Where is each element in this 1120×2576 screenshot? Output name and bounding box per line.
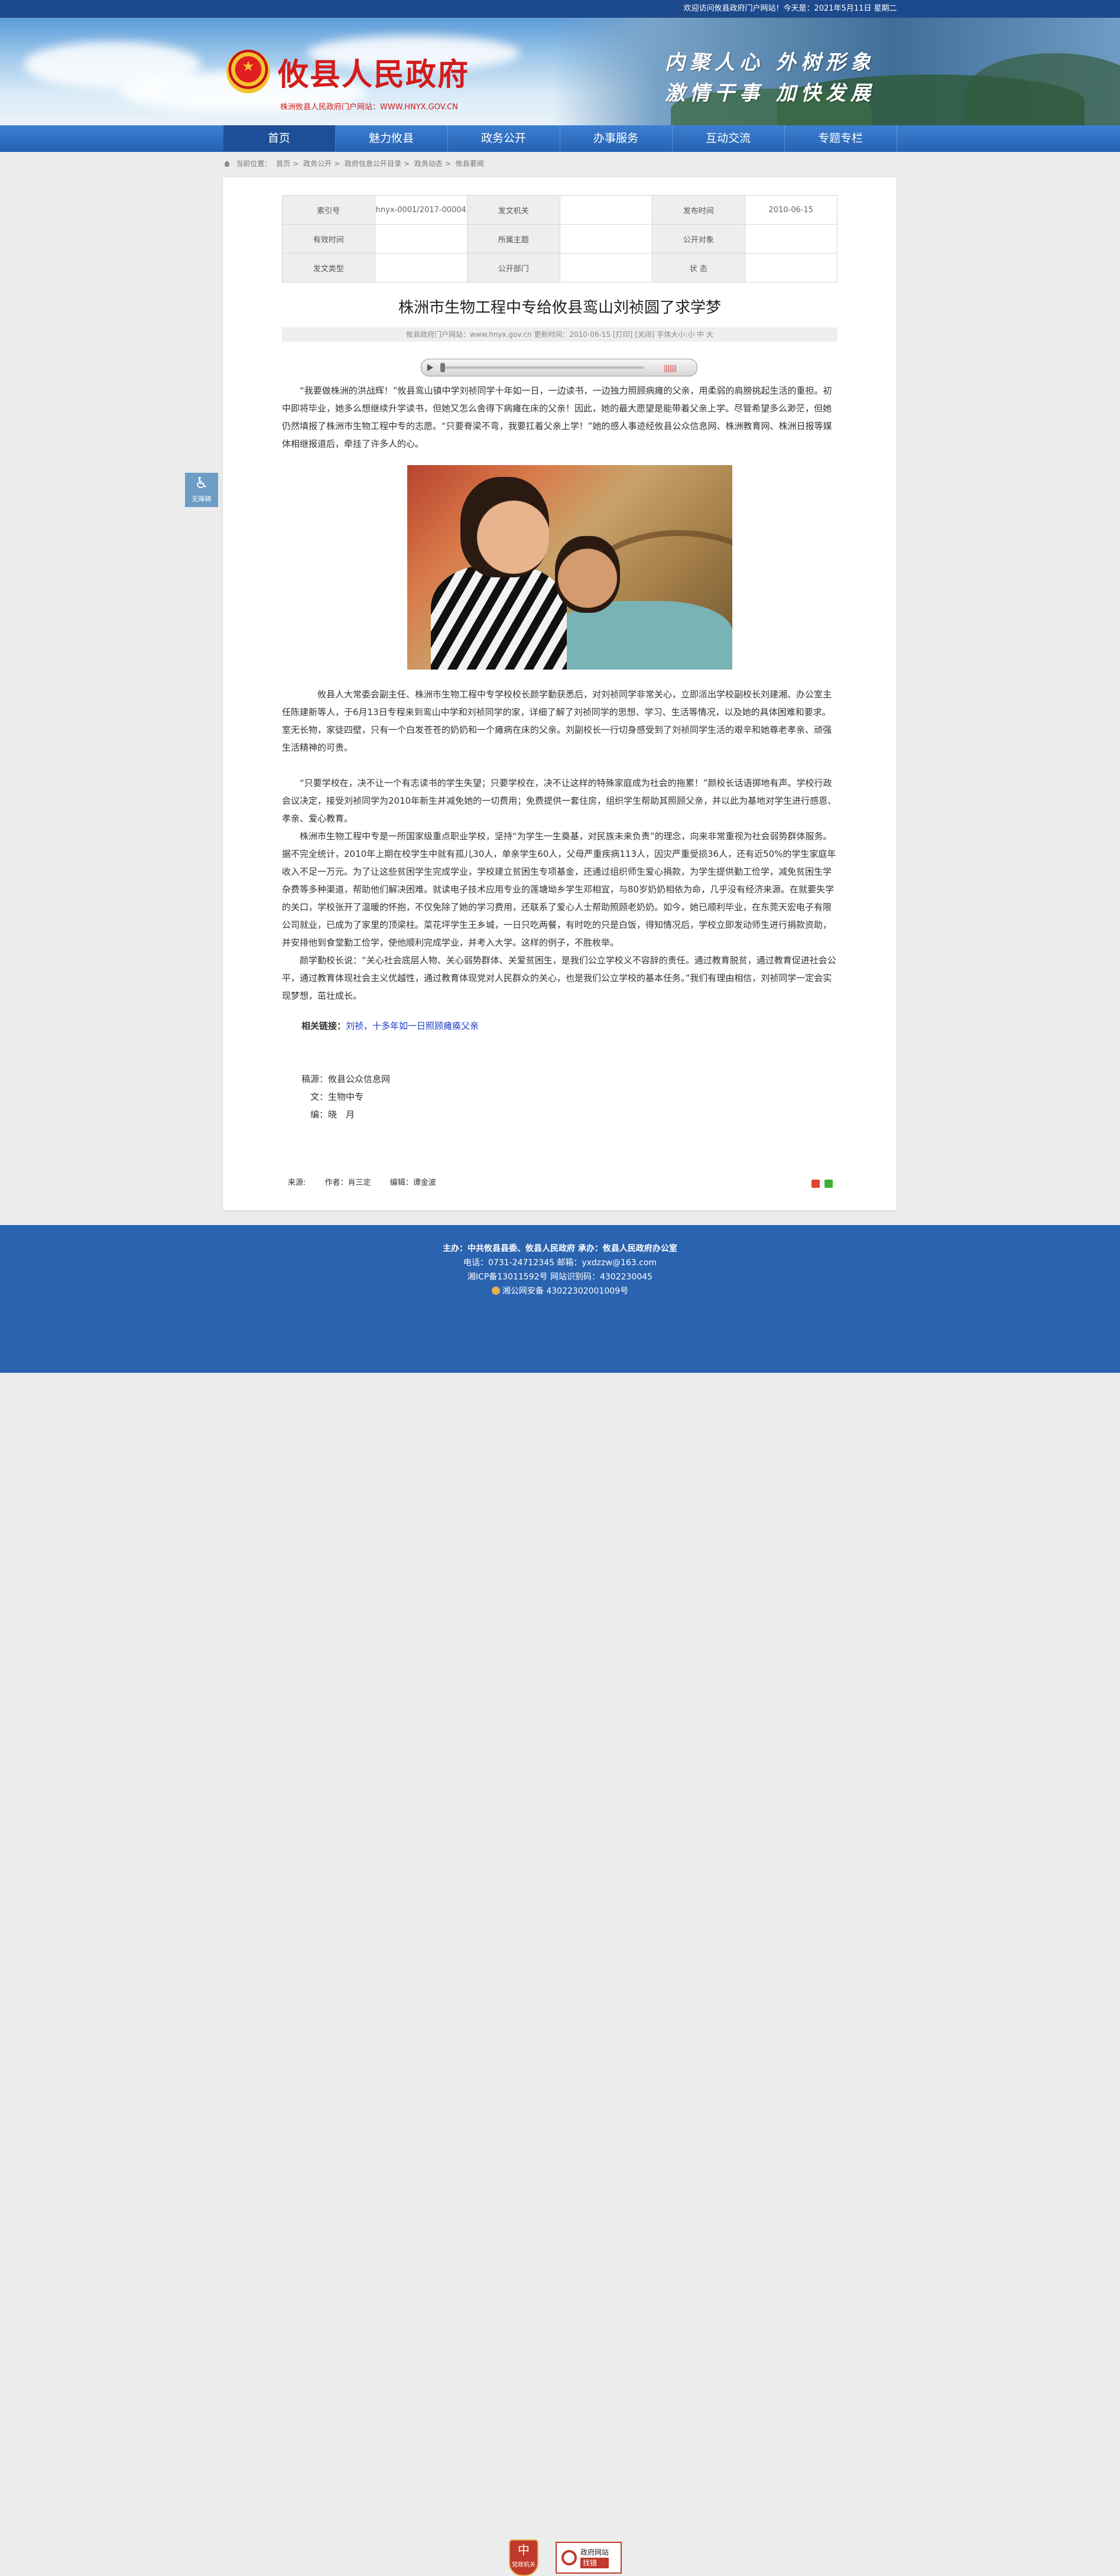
valid-label: 有效时间 bbox=[282, 224, 375, 254]
gov-site-error-badge[interactable]: 政府网站 找错 bbox=[556, 2542, 622, 2574]
dept-label: 公开部门 bbox=[467, 253, 560, 282]
nav-item-gov-affairs[interactable]: 政务公开 bbox=[448, 125, 560, 151]
nav-item-home[interactable]: 首页 bbox=[223, 125, 336, 151]
site-title[interactable]: 攸县人民政府 bbox=[278, 50, 469, 94]
doctype-value bbox=[374, 253, 468, 282]
audio-progress-track[interactable] bbox=[443, 366, 644, 369]
breadcrumb-gov-affairs[interactable]: 政务公开 bbox=[303, 160, 332, 168]
footer-police[interactable]: 湘公网安备 43022302001009号 bbox=[0, 1284, 1120, 1298]
audio-progress-handle[interactable] bbox=[440, 363, 445, 372]
accessibility-label: 无障碍 bbox=[191, 495, 212, 503]
magnifier-icon bbox=[561, 2550, 577, 2565]
breadcrumb-home[interactable]: 首页 bbox=[276, 160, 290, 168]
breadcrumb-info-catalog[interactable]: 政府信息公开目录 bbox=[345, 160, 401, 168]
site-subtitle: 株洲攸县人民政府门户网站：WWW.HNYX.GOV.CN bbox=[280, 103, 458, 112]
article-title: 株洲市生物工程中专给攸县鸾山刘祯圆了求学梦 bbox=[398, 299, 721, 317]
wechat-share-icon[interactable] bbox=[824, 1180, 833, 1188]
police-badge-icon bbox=[491, 1287, 500, 1295]
related-link[interactable]: 刘祯，十多年如一日照顾瘫痪父亲 bbox=[346, 1021, 479, 1031]
breadcrumb: 当前位置： 首页 > 政务公开 > 政府信息公开目录 > 政务动态 > 攸县要闻 bbox=[223, 152, 897, 176]
metadata-table: 索引号 hnyx-0001/2017-00004 发文机关 发布时间 2010-… bbox=[282, 195, 837, 282]
header-banner: ★ 攸县人民政府 株洲攸县人民政府门户网站：WWW.HNYX.GOV.CN 内聚… bbox=[0, 18, 1120, 125]
topic-label: 所属主题 bbox=[467, 224, 560, 254]
breadcrumb-yx-news[interactable]: 攸县要闻 bbox=[456, 160, 484, 168]
party-gov-icon: 中 bbox=[518, 2543, 530, 2557]
national-emblem-icon: ★ bbox=[226, 50, 270, 93]
status-label: 状 态 bbox=[652, 253, 745, 282]
footer-contact: 电话：0731-24712345 邮箱：yxdzzw@163.com bbox=[463, 1258, 657, 1268]
article-paragraph-3: “只要学校在，决不让一个有志读书的学生失望；只要学校在，决不让这样的特殊家庭成为… bbox=[282, 778, 837, 824]
footer-author: 作者：肖三定 bbox=[324, 1178, 371, 1187]
valid-value bbox=[374, 224, 468, 254]
party-gov-badge[interactable]: 中 党政机关 bbox=[509, 2539, 538, 2576]
article-footer-meta: 来源: 作者：肖三定 编辑：谭金波 bbox=[288, 1176, 453, 1187]
volume-icon[interactable]: ||||||| bbox=[664, 364, 677, 372]
play-icon[interactable] bbox=[427, 364, 433, 371]
pubdate-value: 2010-06-15 bbox=[744, 195, 837, 225]
home-icon bbox=[223, 161, 230, 167]
footer-source: 来源: bbox=[288, 1178, 306, 1187]
credit-text: 文：生物中专 bbox=[310, 1092, 364, 1102]
index-label: 索引号 bbox=[282, 195, 375, 225]
article-photo bbox=[407, 465, 732, 670]
topic-value bbox=[559, 224, 652, 254]
nav-item-charm[interactable]: 魅力攸县 bbox=[336, 125, 448, 151]
article-panel: 索引号 hnyx-0001/2017-00004 发文机关 发布时间 2010-… bbox=[223, 177, 897, 1210]
pubdate-label: 发布时间 bbox=[652, 195, 745, 225]
dept-value bbox=[559, 253, 652, 282]
article-paragraph-5: 颜学勤校长说：“关心社会底层人物、关心弱势群体、关爱贫困生，是我们公立学校义不容… bbox=[282, 955, 836, 1001]
slogan-line-1: 内聚人心 外树形象 bbox=[665, 51, 875, 74]
article-paragraph-2: 攸县人大常委会副主任、株洲市生物工程中专学校校长颜学勤获悉后，对刘祯同学非常关心… bbox=[282, 689, 832, 753]
footer-editor: 编辑：谭金波 bbox=[389, 1178, 436, 1187]
welcome-text: 欢迎访问攸县政府门户网站！今天是：2021年5月11日 星期二 bbox=[683, 4, 897, 13]
wheelchair-icon: ♿ bbox=[194, 475, 209, 492]
credit-source: 稿源：攸县公众信息网 bbox=[301, 1074, 391, 1084]
footer-icp[interactable]: 湘ICP备13011592号 网站识别码：4302230045 bbox=[0, 1270, 1120, 1284]
nav-item-services[interactable]: 办事服务 bbox=[560, 125, 673, 151]
breadcrumb-news[interactable]: 政务动态 bbox=[414, 160, 443, 168]
audience-label: 公开对象 bbox=[652, 224, 745, 254]
related-links: 相关链接：刘祯，十多年如一日照顾瘫痪父亲 bbox=[301, 1019, 479, 1032]
breadcrumb-prefix: 当前位置： bbox=[236, 160, 272, 168]
status-value bbox=[744, 253, 837, 282]
credit-editor: 编：晓 月 bbox=[310, 1109, 355, 1120]
issuer-label: 发文机关 bbox=[467, 195, 560, 225]
accessibility-button[interactable]: ♿ 无障碍 bbox=[185, 473, 218, 507]
top-bar: 欢迎访问攸县政府门户网站！今天是：2021年5月11日 星期二 bbox=[0, 0, 1120, 18]
weibo-share-icon[interactable] bbox=[811, 1180, 820, 1188]
nav-item-topics[interactable]: 专题专栏 bbox=[785, 125, 897, 151]
related-label: 相关链接： bbox=[301, 1021, 346, 1031]
nav-item-interaction[interactable]: 互动交流 bbox=[673, 125, 785, 151]
audience-value bbox=[744, 224, 837, 254]
slogan-line-2: 激情干事 加快发展 bbox=[665, 82, 875, 105]
main-nav: 首页 魅力攸县 政务公开 办事服务 互动交流 专题专栏 bbox=[0, 125, 1120, 152]
footer-sponsor: 主办：中共攸县县委、攸县人民政府 承办：攸县人民政府办公室 bbox=[443, 1244, 677, 1253]
site-footer: 主办：中共攸县县委、攸县人民政府 承办：攸县人民政府办公室 电话：0731-24… bbox=[0, 1225, 1120, 2576]
article-infobar[interactable]: 攸县政府门户网站：www.hnyx.gov.cn 更新时间：2010-06-15… bbox=[282, 327, 837, 342]
article-paragraph-4: 株洲市生物工程中专是一所国家级重点职业学校，坚持“为学生一生奠基，对民族未来负责… bbox=[282, 831, 836, 948]
doctype-label: 发文类型 bbox=[282, 253, 375, 282]
index-value: hnyx-0001/2017-00004 bbox=[374, 195, 468, 225]
audio-player[interactable]: ||||||| bbox=[421, 359, 697, 376]
article-paragraph-1: “我要做株洲的洪战辉！”攸县鸾山镇中学刘祯同学十年如一日，一边读书，一边独力照顾… bbox=[282, 385, 832, 449]
issuer-value bbox=[559, 195, 652, 225]
